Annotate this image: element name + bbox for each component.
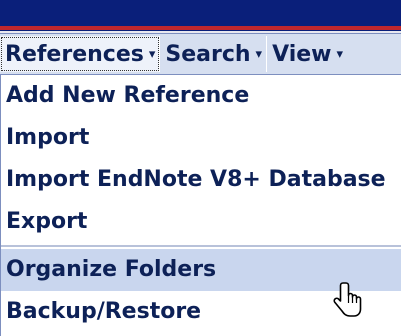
chevron-down-icon: ▾ bbox=[148, 46, 156, 62]
chevron-down-icon: ▾ bbox=[336, 46, 344, 62]
menu-view-label: View bbox=[272, 41, 332, 67]
hand-pointer-icon bbox=[333, 282, 362, 317]
menu-separator bbox=[1, 245, 401, 247]
menu-item-import[interactable]: Import bbox=[1, 117, 401, 159]
menu-item-add-new-reference[interactable]: Add New Reference bbox=[1, 75, 401, 117]
menu-references[interactable]: References ▾ bbox=[0, 36, 161, 72]
menu-item-import-endnote-database[interactable]: Import EndNote V8+ Database bbox=[1, 159, 401, 201]
endnote-web-window: References ▾ Search ▾ View ▾ Add New Ref… bbox=[0, 0, 401, 336]
menu-item-export[interactable]: Export bbox=[1, 201, 401, 243]
menu-references-label: References bbox=[5, 41, 144, 67]
menu-search-label: Search bbox=[165, 41, 251, 67]
chevron-down-icon: ▾ bbox=[255, 46, 263, 62]
menu-bar: References ▾ Search ▾ View ▾ bbox=[0, 33, 401, 75]
menu-view[interactable]: View ▾ bbox=[267, 36, 347, 72]
menu-search[interactable]: Search ▾ bbox=[160, 36, 268, 72]
header-red-stripe bbox=[0, 26, 401, 30]
